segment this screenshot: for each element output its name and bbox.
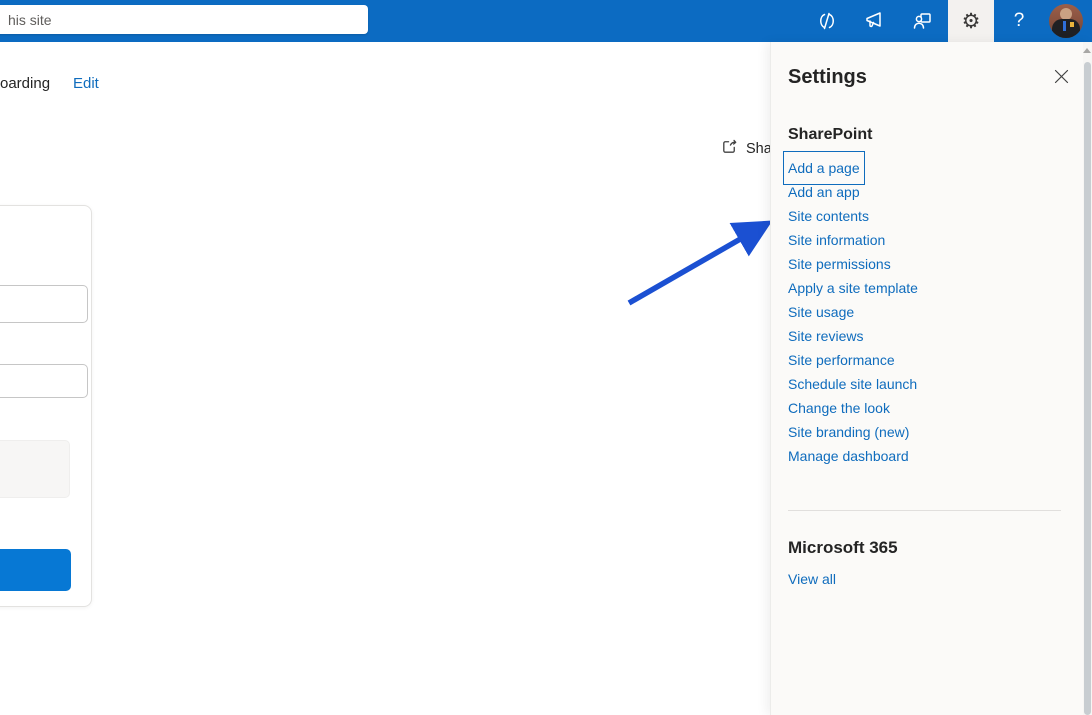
settings-link-site-branding-new[interactable]: Site branding (new) xyxy=(788,420,909,444)
avatar-lanyard xyxy=(1063,21,1066,31)
help-button[interactable]: ? xyxy=(996,0,1042,42)
code-icon xyxy=(815,9,839,33)
settings-gear-button[interactable]: ⚙ xyxy=(948,0,994,42)
settings-link-change-the-look[interactable]: Change the look xyxy=(788,396,890,420)
share-button-label: Sha xyxy=(746,141,772,157)
m365-section-heading: Microsoft 365 xyxy=(788,538,898,558)
panel-divider xyxy=(788,510,1061,511)
account-avatar[interactable] xyxy=(1049,4,1083,38)
settings-link-site-usage[interactable]: Site usage xyxy=(788,300,854,324)
settings-link-site-performance[interactable]: Site performance xyxy=(788,348,895,372)
settings-link-add-a-page[interactable]: Add a page xyxy=(788,156,860,180)
edit-link[interactable]: Edit xyxy=(73,75,99,92)
annotation-arrow-icon xyxy=(605,195,790,320)
settings-link-site-information[interactable]: Site information xyxy=(788,228,885,252)
form-card xyxy=(0,205,92,607)
settings-panel: Settings SharePoint Add a page Add an ap… xyxy=(770,42,1092,715)
form-disabled-field xyxy=(0,440,70,498)
code-button[interactable] xyxy=(804,0,850,42)
megaphone-icon xyxy=(862,9,886,33)
sharepoint-links-list: Add a page Add an app Site contents Site… xyxy=(788,156,918,468)
presenter-icon xyxy=(910,9,934,33)
settings-panel-title: Settings xyxy=(788,66,867,89)
form-primary-button[interactable] xyxy=(0,549,71,591)
share-button[interactable]: Sha xyxy=(720,137,772,160)
avatar-badge xyxy=(1070,22,1074,27)
settings-link-apply-a-site-template[interactable]: Apply a site template xyxy=(788,276,918,300)
settings-link-add-an-app[interactable]: Add an app xyxy=(788,180,860,204)
search-input-value: his site xyxy=(8,12,52,28)
gear-icon: ⚙ xyxy=(962,11,981,32)
sharepoint-section-heading: SharePoint xyxy=(788,126,872,144)
presenter-button[interactable] xyxy=(899,0,945,42)
settings-link-manage-dashboard[interactable]: Manage dashboard xyxy=(788,444,909,468)
feedback-button[interactable] xyxy=(851,0,897,42)
share-icon xyxy=(720,137,739,160)
settings-link-site-permissions[interactable]: Site permissions xyxy=(788,252,891,276)
help-icon: ? xyxy=(1014,10,1025,32)
close-icon xyxy=(1054,69,1069,87)
form-text-field-2[interactable] xyxy=(0,364,88,398)
search-input[interactable]: his site xyxy=(0,5,368,34)
settings-link-site-reviews[interactable]: Site reviews xyxy=(788,324,863,348)
page-title-partial: oarding xyxy=(0,75,50,92)
close-settings-button[interactable] xyxy=(1047,64,1075,92)
avatar-body xyxy=(1052,19,1080,38)
suite-bar: his site ⚙ ? xyxy=(0,0,1092,42)
settings-link-site-contents[interactable]: Site contents xyxy=(788,204,869,228)
scrollbar-thumb[interactable] xyxy=(1084,62,1091,715)
settings-link-schedule-site-launch[interactable]: Schedule site launch xyxy=(788,372,917,396)
panel-scrollbar[interactable] xyxy=(1083,42,1092,715)
form-text-field-1[interactable] xyxy=(0,285,88,323)
scroll-up-icon[interactable] xyxy=(1083,48,1091,53)
view-all-link[interactable]: View all xyxy=(788,571,836,587)
